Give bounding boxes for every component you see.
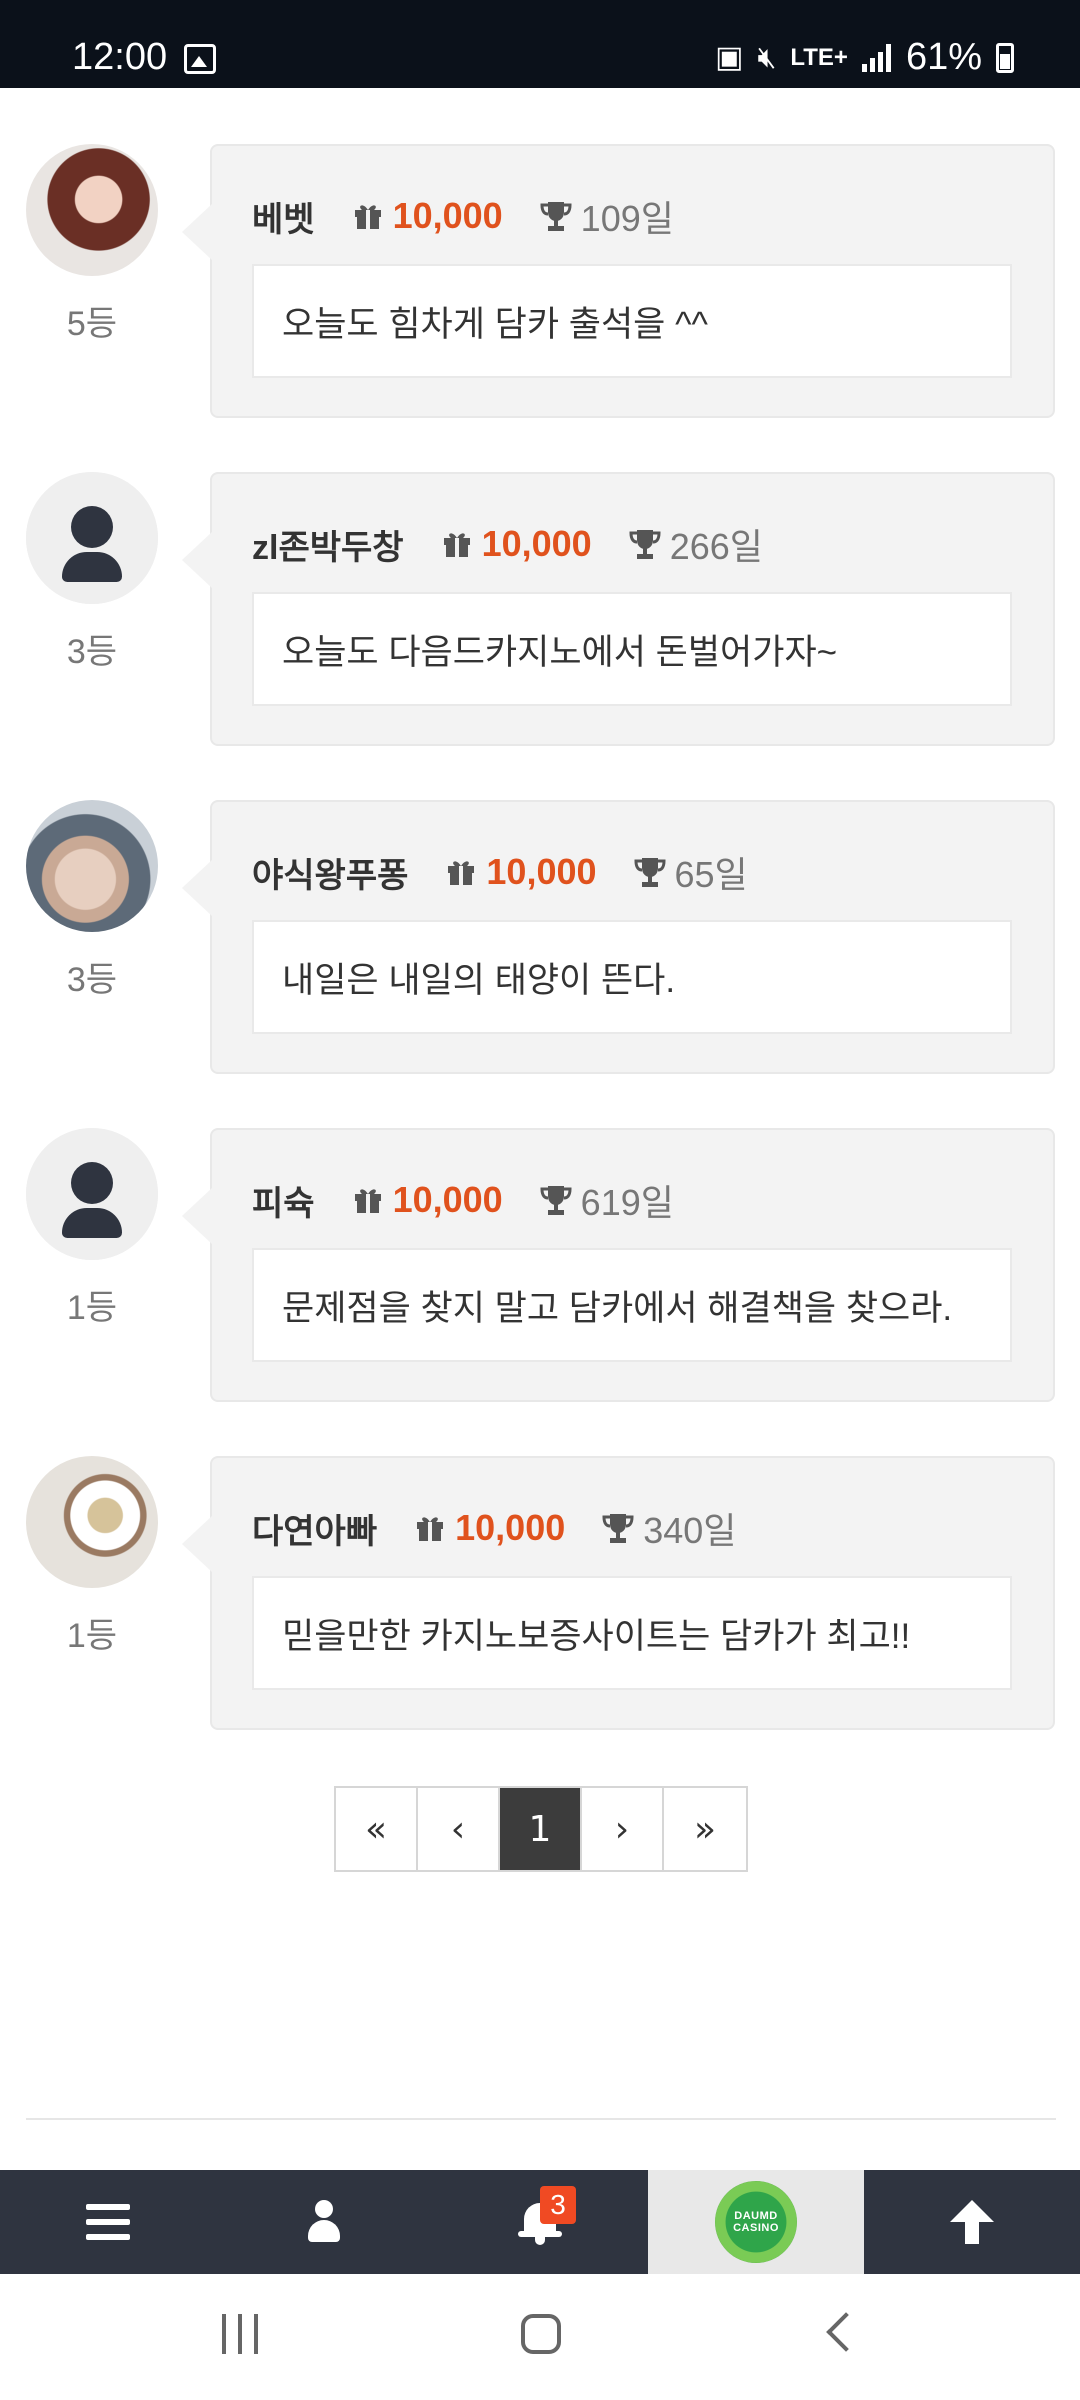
message-box: 내일은 내일의 태양이 뜬다. [252,920,1012,1034]
attendance-days: 65일 [674,854,748,895]
home-icon[interactable] [521,2314,561,2354]
points-value: 10,000 [392,195,503,236]
next-page-button[interactable]: › [582,1788,664,1870]
comment-meta: 다연아빠 10,000 340일 [252,1502,736,1554]
arrow-up-icon [950,2200,994,2244]
rank-label: 1등 [66,1289,118,1327]
nickname[interactable]: zl존박두창 [252,520,404,569]
last-page-button[interactable]: » [664,1788,746,1870]
comment-meta: 피슉 10,000 619일 [252,1174,674,1226]
comment-text: 오늘도 다음드카지노에서 돈벌어가자~ [282,632,838,672]
points-value: 10,000 [455,1507,566,1548]
avatar[interactable] [26,472,158,604]
message-box: 오늘도 힘차게 담카 출석을 ^^ [252,264,1012,378]
trophy-icon [601,1512,635,1544]
comment-bubble: 야식왕푸퐁 10,000 65일 내일은 내일의 태양이 뜬다. [182,800,1055,1074]
home-logo-button[interactable]: DAUMD CASINO [648,2170,864,2274]
comment-meta: zl존박두창 10,000 266일 [252,518,763,570]
attendance-days: 109일 [580,198,674,239]
gift-icon [415,1514,445,1542]
back-icon[interactable] [826,2312,866,2352]
gift-icon [353,1186,383,1214]
trophy-icon [633,856,667,888]
status-bar: 12:00 ▣ 🔇︎ LTE+ 61% [0,0,1080,88]
casino-logo: DAUMD CASINO [715,2181,797,2263]
user-icon [304,2200,344,2244]
avatar[interactable] [26,800,158,932]
first-page-button[interactable]: « [336,1788,418,1870]
list-item: 1등 다연아빠 10,000 340일 믿을만한 카지노보증사이트는 담카가 최… [0,1400,1080,1730]
comment-text: 오늘도 힘차게 담카 출석을 ^^ [282,304,708,344]
list-item: 3등 zl존박두창 10,000 266일 오늘도 다음드카지노에서 돈벌어가자… [0,416,1080,746]
battery-icon [996,42,1014,73]
divider [26,2118,1056,2120]
trophy-icon [539,1184,573,1216]
comment-text: 믿을만한 카지노보증사이트는 담카가 최고!! [282,1616,911,1656]
points-value: 10,000 [481,523,592,564]
rank-label: 1등 [66,1617,118,1655]
avatar[interactable] [26,144,158,276]
prev-page-button[interactable]: ‹ [418,1788,500,1870]
gift-icon [442,530,472,558]
default-person-icon [26,472,158,604]
signal-icon [861,43,892,72]
hamburger-icon [86,2204,130,2240]
current-page-button[interactable]: 1 [500,1788,582,1870]
rank-label: 3등 [66,633,118,671]
nickname[interactable]: 다연아빠 [252,1504,377,1553]
nickname[interactable]: 야식왕푸퐁 [252,848,408,897]
network-type: LTE+ [790,43,848,71]
list-item: 5등 베벳 10,000 109일 오늘도 힘차게 담카 출석을 ^^ [0,88,1080,418]
gift-icon [353,202,383,230]
rank-label: 5등 [66,305,118,343]
logo-text-2: CASINO [733,2222,779,2234]
mute-icon: 🔇︎ [757,40,777,74]
comment-meta: 야식왕푸퐁 10,000 65일 [252,846,748,898]
scroll-top-button[interactable] [864,2170,1080,2274]
status-time: 12:00 [72,36,168,78]
list-item: 3등 야식왕푸퐁 10,000 65일 내일은 내일의 태양이 뜬다. [0,744,1080,1074]
logo-text-1: DAUMD [734,2210,778,2222]
avatar[interactable] [26,1128,158,1260]
gallery-notification-icon [184,44,216,74]
comment-text: 내일은 내일의 태양이 뜬다. [282,960,676,1000]
message-box: 문제점을 찾지 말고 담카에서 해결책을 찾으라. [252,1248,1012,1362]
points-value: 10,000 [486,851,597,892]
nickname[interactable]: 베벳 [252,192,315,241]
status-icons: ▣ 🔇︎ LTE+ 61% [715,36,1014,79]
avatar[interactable] [26,1456,158,1588]
battery-percent: 61% [905,36,982,78]
comment-text: 문제점을 찾지 말고 담카에서 해결책을 찾으라. [282,1288,953,1328]
pagination: « ‹ 1 › » [334,1786,748,1872]
trophy-icon [539,200,573,232]
comment-bubble: 베벳 10,000 109일 오늘도 힘차게 담카 출석을 ^^ [182,144,1055,418]
comment-bubble: 피슉 10,000 619일 문제점을 찾지 말고 담카에서 해결책을 찾으라. [182,1128,1055,1402]
rank-label: 3등 [66,961,118,999]
message-box: 믿을만한 카지노보증사이트는 담카가 최고!! [252,1576,1012,1690]
attendance-days: 340일 [643,1510,737,1551]
comment-bubble: zl존박두창 10,000 266일 오늘도 다음드카지노에서 돈벌어가자~ [182,472,1055,746]
default-person-icon [26,1128,158,1260]
attendance-days: 266일 [669,526,763,567]
comment-bubble: 다연아빠 10,000 340일 믿을만한 카지노보증사이트는 담카가 최고!! [182,1456,1055,1730]
recent-apps-icon[interactable] [220,2314,260,2354]
points-value: 10,000 [392,1179,503,1220]
profile-button[interactable] [216,2170,432,2274]
attendance-days: 619일 [580,1182,674,1223]
notification-badge: 3 [540,2186,576,2224]
nickname[interactable]: 피슉 [252,1176,315,1225]
gift-icon [446,858,476,886]
comment-meta: 베벳 10,000 109일 [252,190,674,242]
message-box: 오늘도 다음드카지노에서 돈벌어가자~ [252,592,1012,706]
battery-saver-icon: ▣ [715,41,744,74]
menu-button[interactable] [0,2170,216,2274]
system-nav-bar [0,2274,1080,2400]
list-item: 1등 피슉 10,000 619일 문제점을 찾지 말고 담카에서 해결책을 찾… [0,1072,1080,1402]
trophy-icon [628,528,662,560]
